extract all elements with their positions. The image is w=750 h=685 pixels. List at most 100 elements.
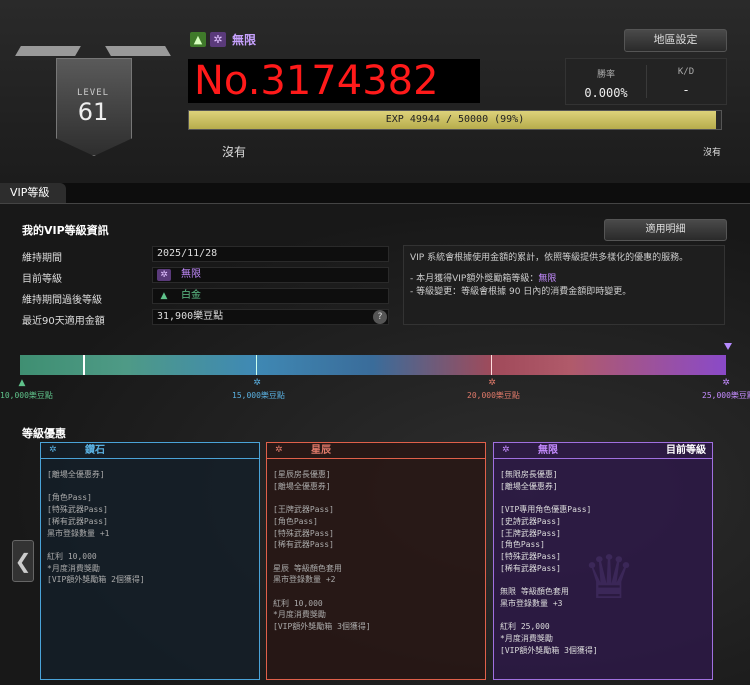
info-label-period: 維持期間 [22, 253, 62, 264]
benefit-line: 紅利 10,000 [273, 598, 323, 608]
benefit-line: [角色Pass] [273, 516, 318, 526]
benefit-line: [無限房長優惠] [500, 470, 558, 479]
card-header: ✲ 鑽石 [41, 443, 259, 459]
benefit-line: 黑市登錄數量 +2 [273, 575, 336, 585]
apply-details-button[interactable]: 適用明細 [604, 219, 727, 241]
benefit-card-star: ✲ 星辰 [星辰房長優惠] [離場全優惠券] [王牌武器Pass] [角色Pass] [… [266, 442, 486, 680]
benefit-line: [VIP專用角色優惠Pass] [500, 505, 592, 515]
progress-label-infinite: 25,000樂豆點 [702, 391, 750, 400]
info-label-current-level: 目前等級 [22, 274, 62, 285]
tab-strip [0, 183, 750, 204]
win-rate-stat: 勝率 0.000% [566, 59, 646, 104]
vip-infinite-icon: ✲ [157, 269, 171, 281]
progress-tick-diamond [256, 355, 257, 375]
progress-label-star: 20,000樂豆點 [467, 391, 520, 400]
benefit-line: 星辰 等級顏色套用 [273, 563, 342, 573]
player-id: No.3174382 [188, 59, 480, 103]
info-value-next-level: ▲ 白金 [152, 288, 389, 304]
info-value-amount: 31,900樂豆點 [152, 309, 389, 325]
diamond-tier-icon: ✲ [49, 445, 57, 455]
exp-text: EXP 49944 / 50000 (99%) [385, 114, 525, 125]
next-level-name: 白金 [181, 290, 201, 301]
star-tier-icon: ✲ [275, 445, 283, 455]
level-badge: LEVEL 61 [15, 38, 171, 168]
benefit-line: [稀有武器Pass] [47, 516, 108, 526]
benefit-line: 紅利 25,000 [500, 622, 550, 632]
badge-wing-left [15, 46, 81, 56]
level-label: LEVEL [76, 88, 110, 98]
benefit-line: [角色Pass] [500, 540, 545, 550]
crown-watermark-icon: ♛ [582, 543, 636, 613]
stats-panel: 勝率 0.000% K/D - [565, 58, 727, 105]
star-tier-icon: ✲ [488, 378, 496, 388]
benefit-line: [特殊武器Pass] [47, 505, 108, 515]
benefit-line: [角色Pass] [47, 493, 92, 503]
exp-bar: EXP 49944 / 50000 (99%) [188, 110, 722, 130]
progress-current-arrow-icon [724, 343, 732, 350]
card-title: 星辰 [311, 445, 331, 456]
benefit-card-infinite: ✲ 無限 目前等級 ♛ [無限房長優惠] [離場全優惠券] [VIP專用角色優惠Pa… [493, 442, 713, 680]
progress-label-platinum: 10,000樂豆點 [0, 391, 53, 400]
info-label-amount: 最近90天適用金額 [22, 316, 105, 327]
current-level-tag: 目前等級 [666, 445, 706, 456]
infinite-tier-icon: ✲ [722, 378, 730, 388]
benefit-line: [王牌武器Pass] [500, 528, 561, 538]
prev-arrow-button[interactable]: ❮ [12, 540, 34, 582]
benefit-line: [離場全優惠券] [47, 470, 105, 479]
desc-line-2: - 本月獲得VIP額外獎勵箱等級：無限 [410, 274, 557, 284]
benefit-line: [星辰房長優惠] [273, 470, 331, 479]
vip-progress-bar [20, 355, 726, 375]
benefit-line: 黑市登錄數量 +1 [47, 528, 110, 538]
card-title: 鑽石 [85, 445, 105, 456]
info-value-current-level: ✲ 無限 [152, 267, 389, 283]
help-button[interactable]: ? [373, 310, 387, 324]
win-rate-label: 勝率 [596, 70, 615, 80]
benefit-line: 無限 等級顏色套用 [500, 587, 569, 596]
progress-marker [83, 355, 85, 375]
benefit-line: *月度消費獎勵 [47, 563, 100, 573]
card-title: 無限 [538, 445, 558, 456]
benefit-line: [特殊武器Pass] [273, 528, 334, 538]
win-rate-value: 0.000% [584, 86, 628, 100]
level-number: 61 [77, 98, 109, 126]
info-label-next-level: 維持期間過後等級 [22, 295, 102, 306]
info-value-period: 2025/11/28 [152, 246, 389, 262]
tier-indicator: ▲ ✲ 無限 [190, 31, 256, 47]
benefit-line: [VIP額外獎勵箱 3個獲得] [500, 645, 598, 655]
card-header: ✲ 無限 目前等級 [494, 443, 712, 459]
benefit-line: *月度消費獎勵 [273, 610, 326, 620]
kd-value: - [683, 83, 689, 97]
tab-vip-level[interactable]: VIP等級 [0, 183, 66, 203]
desc-line-3: - 等級變更：等級會根據 90 日內的消費金額即時變更。 [410, 287, 632, 297]
benefit-line: 黑市登錄數量 +3 [500, 598, 563, 608]
progress-label-diamond: 15,000樂豆點 [232, 391, 285, 400]
title-none-text: 沒有 [222, 145, 247, 159]
medal-none-text: 沒有 [703, 148, 722, 158]
progress-tick-star [491, 355, 492, 375]
vip-infinite-icon: ✲ [210, 31, 226, 47]
current-level-name: 無限 [181, 269, 201, 280]
region-settings-button[interactable]: 地區設定 [624, 29, 727, 52]
vip-info-title: 我的VIP等級資訊 [22, 224, 109, 237]
benefit-line: [稀有武器Pass] [273, 540, 334, 550]
kd-stat: K/D - [646, 59, 726, 104]
benefit-card-diamond: ✲ 鑽石 [離場全優惠券] [角色Pass] [特殊武器Pass] [稀有武器Pass… [40, 442, 260, 680]
kd-label: K/D [677, 67, 695, 77]
card-header: ✲ 星辰 [267, 443, 485, 459]
benefit-line: [特殊武器Pass] [500, 551, 561, 561]
vip-platinum-icon: ▲ [160, 291, 168, 301]
benefit-line: [VIP額外獎勵箱 2個獲得] [47, 575, 145, 585]
benefit-line: [稀有武器Pass] [500, 563, 561, 573]
infinite-tier-icon: ✲ [502, 445, 510, 455]
benefit-line: [王牌武器Pass] [273, 505, 334, 515]
benefits-title: 等級優惠 [22, 427, 66, 440]
badge-wing-right [105, 46, 171, 56]
benefit-line: [離場全優惠券] [500, 481, 558, 491]
benefit-line: [VIP額外獎勵箱 3個獲得] [273, 622, 371, 632]
benefit-line: [史詩武器Pass] [500, 516, 561, 526]
benefit-line: 紅利 10,000 [47, 551, 97, 561]
platinum-tier-icon: ▲ [18, 378, 26, 388]
benefit-line: [離場全優惠券] [273, 481, 331, 491]
benefit-line: *月度消費獎勵 [500, 633, 553, 643]
tier-name: 無限 [232, 32, 257, 47]
